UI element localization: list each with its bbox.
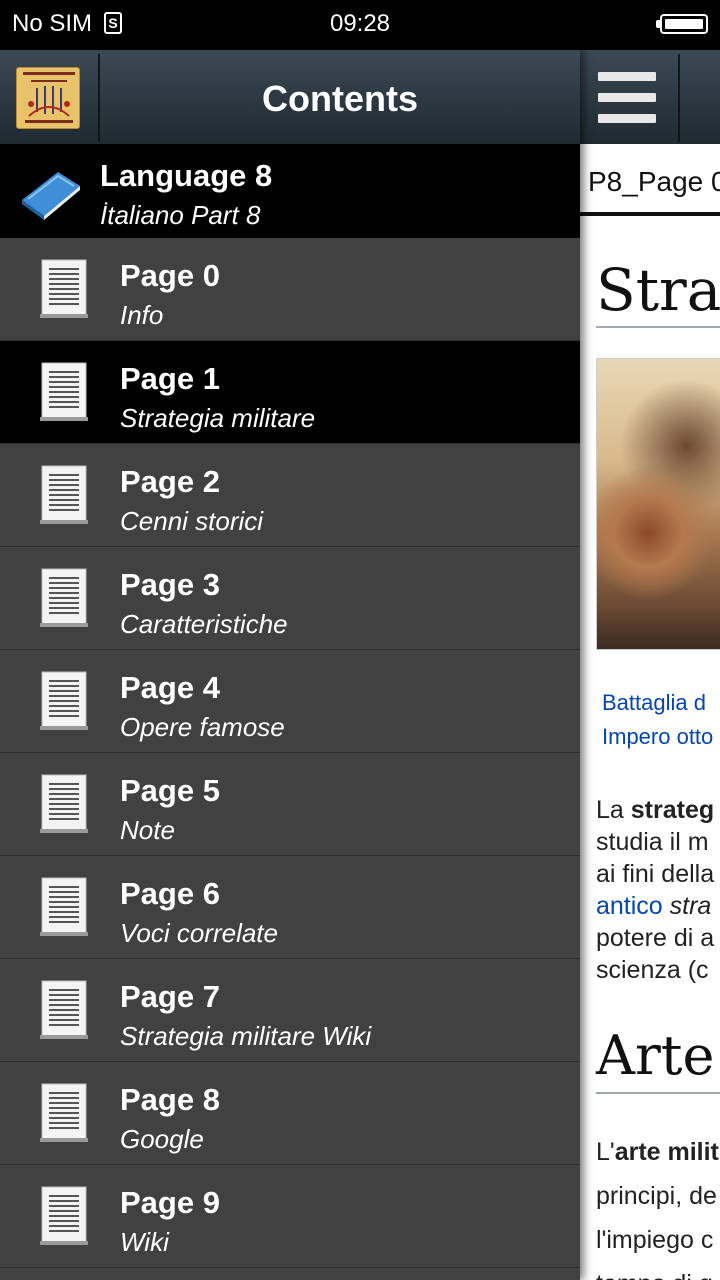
page-list-item[interactable]: Page 8 Google <box>0 1062 580 1165</box>
page-item-subtitle: Wiki <box>120 1227 169 1257</box>
hamburger-menu-icon[interactable] <box>598 72 656 124</box>
section-paragraph: L'arte milit principi, de l'impiego c te… <box>596 1130 719 1280</box>
caption-link-1[interactable]: Battaglia d <box>602 686 713 720</box>
para-text: l'impiego c <box>596 1226 714 1254</box>
article-title: Strat <box>596 256 720 324</box>
document-icon <box>38 979 90 1041</box>
document-icon <box>38 1185 90 1247</box>
page-list-item[interactable]: Page 7 Strategia militare Wiki <box>0 959 580 1062</box>
battery-full-icon <box>656 14 708 34</box>
para-text: La <box>596 796 631 824</box>
document-icon <box>38 464 90 526</box>
page-item-subtitle: Voci correlate <box>120 918 278 948</box>
page-item-title: Page 3 <box>120 567 220 602</box>
app-logo-icon[interactable] <box>16 67 80 129</box>
language-title: Language 8 <box>100 158 273 193</box>
language-subtitle: İtaliano Part 8 <box>100 200 261 230</box>
drawer-header: Contents <box>0 50 580 144</box>
page-item-title: Page 5 <box>120 773 220 808</box>
content-toolbar <box>580 50 720 144</box>
section-heading: Arte <box>596 1024 715 1087</box>
para-bold: arte milit <box>614 1138 719 1166</box>
page-item-subtitle: Strategia militare <box>120 403 316 433</box>
page-tab-label: P8_Page 0 <box>588 166 720 197</box>
page-item-subtitle: Caratteristiche <box>120 609 288 639</box>
page-item-title: Page 1 <box>120 361 220 396</box>
page-list-item[interactable]: Page 2 Cenni storici <box>0 444 580 547</box>
title-divider <box>596 326 720 328</box>
document-icon <box>38 876 90 938</box>
page-item-subtitle: Strategia militare Wiki <box>120 1021 372 1051</box>
document-icon <box>38 258 90 320</box>
page-item-subtitle: Cenni storici <box>120 506 264 536</box>
page-item-subtitle: Info <box>120 300 164 330</box>
page-item-title: Page 2 <box>120 464 220 499</box>
page-tab[interactable]: P8_Page 0 <box>580 144 720 216</box>
page-list-item[interactable]: Page 9 Wiki <box>0 1165 580 1268</box>
page-item-title: Page 7 <box>120 979 220 1014</box>
image-caption: Battaglia d Impero otto <box>602 686 713 754</box>
para-text: ai fini della <box>596 860 715 888</box>
navigation-drawer: Contents Language 8 İtaliano Part 8 Page… <box>0 50 580 1280</box>
clock: 09:28 <box>329 10 391 37</box>
document-icon <box>38 773 90 835</box>
page-list-item[interactable]: Page 0 Info <box>0 238 580 341</box>
antico-link[interactable]: antico <box>596 892 663 920</box>
page-list-item[interactable]: Page 5 Note <box>0 753 580 856</box>
page-item-title: Page 4 <box>120 670 220 705</box>
intro-paragraph: La strateg studia il m ai fini della ant… <box>596 794 714 986</box>
content-page: P8_Page 0 Strat Battaglia d Impero otto … <box>580 50 720 1280</box>
page-list-item[interactable]: Page 6 Voci correlate <box>0 856 580 959</box>
page-item-subtitle: Opere famose <box>120 712 285 742</box>
page-list-item[interactable]: Page 1 Strategia militare <box>0 341 580 444</box>
para-italic: stra <box>662 892 712 920</box>
page-list: Page 0 Info Page 1 Strategia militare Page 2… <box>0 238 580 1268</box>
page-item-subtitle: Note <box>120 815 175 845</box>
para-text: L' <box>596 1138 615 1166</box>
page-item-title: Page 9 <box>120 1185 220 1220</box>
drawer-title: Contents <box>262 78 418 119</box>
page-item-subtitle: Google <box>120 1124 204 1154</box>
page-item-title: Page 6 <box>120 876 220 911</box>
document-icon <box>38 1082 90 1144</box>
para-text: principi, de <box>596 1182 717 1210</box>
section-divider <box>596 1092 720 1094</box>
battle-painting-image[interactable] <box>596 358 720 650</box>
status-bar: No SIM S 09:28 <box>0 0 720 50</box>
page-list-item[interactable]: Page 3 Caratteristiche <box>0 547 580 650</box>
document-icon <box>38 567 90 629</box>
language-row[interactable]: Language 8 İtaliano Part 8 <box>0 144 580 238</box>
document-icon <box>38 361 90 423</box>
toolbar-divider <box>678 54 680 142</box>
page-item-title: Page 8 <box>120 1082 220 1117</box>
para-text: scienza (c <box>596 956 709 984</box>
page-item-title: Page 0 <box>120 258 220 293</box>
page-list-item[interactable]: Page 4 Opere famose <box>0 650 580 753</box>
para-bold: strateg <box>630 796 715 824</box>
document-icon <box>38 670 90 732</box>
caption-link-2[interactable]: Impero otto <box>602 720 713 754</box>
para-text: tempo di g <box>596 1262 719 1280</box>
para-text: studia il m <box>596 828 709 856</box>
book-icon <box>18 166 82 220</box>
para-text: potere di a <box>596 924 715 952</box>
